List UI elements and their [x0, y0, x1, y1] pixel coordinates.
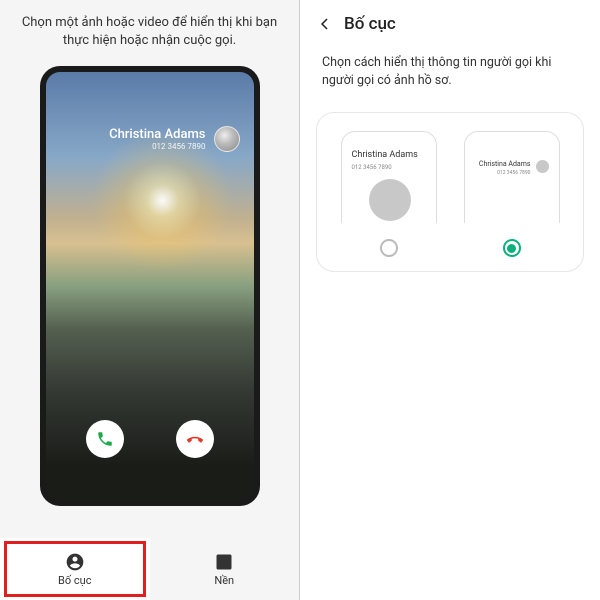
decline-button[interactable] — [176, 420, 214, 458]
avatar-placeholder-icon — [369, 179, 411, 221]
preview-small-avatar: Christina Adams 012 3456 7890 — [464, 131, 560, 223]
phone-frame: Christina Adams 012 3456 7890 — [40, 66, 260, 506]
tab-layout-label: Bố cục — [58, 574, 91, 587]
preview-number: 012 3456 7890 — [352, 164, 418, 171]
tab-layout[interactable]: Bố cục — [0, 538, 150, 600]
preview-name: Christina Adams — [479, 160, 531, 168]
layout-options: Christina Adams 012 3456 7890 Christina … — [316, 112, 584, 272]
radio-small-avatar[interactable] — [503, 239, 521, 257]
image-icon — [214, 552, 234, 572]
phone-preview-container: Christina Adams 012 3456 7890 — [0, 58, 299, 538]
preview-name: Christina Adams — [352, 150, 418, 160]
layout-settings-screen: Bố cục Chọn cách hiển thị thông tin ngườ… — [300, 0, 600, 600]
tab-background-label: Nền — [214, 574, 234, 587]
caller-name: Christina Adams — [109, 127, 205, 142]
caller-number: 012 3456 7890 — [109, 142, 205, 151]
phone-screen: Christina Adams 012 3456 7890 — [46, 72, 254, 500]
caller-info: Christina Adams 012 3456 7890 — [109, 126, 239, 152]
person-circle-icon — [65, 552, 85, 572]
caller-avatar — [214, 126, 240, 152]
instruction-text: Chọn một ảnh hoặc video để hiển thị khi … — [0, 0, 299, 58]
page-title: Bố cục — [344, 14, 396, 34]
back-icon[interactable] — [316, 15, 334, 33]
preview-large-avatar: Christina Adams 012 3456 7890 — [341, 131, 437, 223]
layout-option-small-avatar[interactable]: Christina Adams 012 3456 7890 — [464, 131, 560, 257]
phone-icon — [96, 430, 114, 448]
radio-large-avatar[interactable] — [380, 239, 398, 257]
bottom-tabs: Bố cục Nền — [0, 538, 299, 600]
answer-button[interactable] — [86, 420, 124, 458]
call-buttons — [46, 420, 254, 458]
avatar-placeholder-icon — [536, 160, 549, 173]
call-background-screen: Chọn một ảnh hoặc video để hiển thị khi … — [0, 0, 300, 600]
header: Bố cục — [300, 0, 600, 40]
page-description: Chọn cách hiển thị thông tin người gọi k… — [300, 40, 600, 98]
phone-down-icon — [186, 430, 204, 448]
tab-background[interactable]: Nền — [150, 538, 300, 600]
preview-number: 012 3456 7890 — [479, 170, 531, 176]
layout-option-large-avatar[interactable]: Christina Adams 012 3456 7890 — [341, 131, 437, 257]
